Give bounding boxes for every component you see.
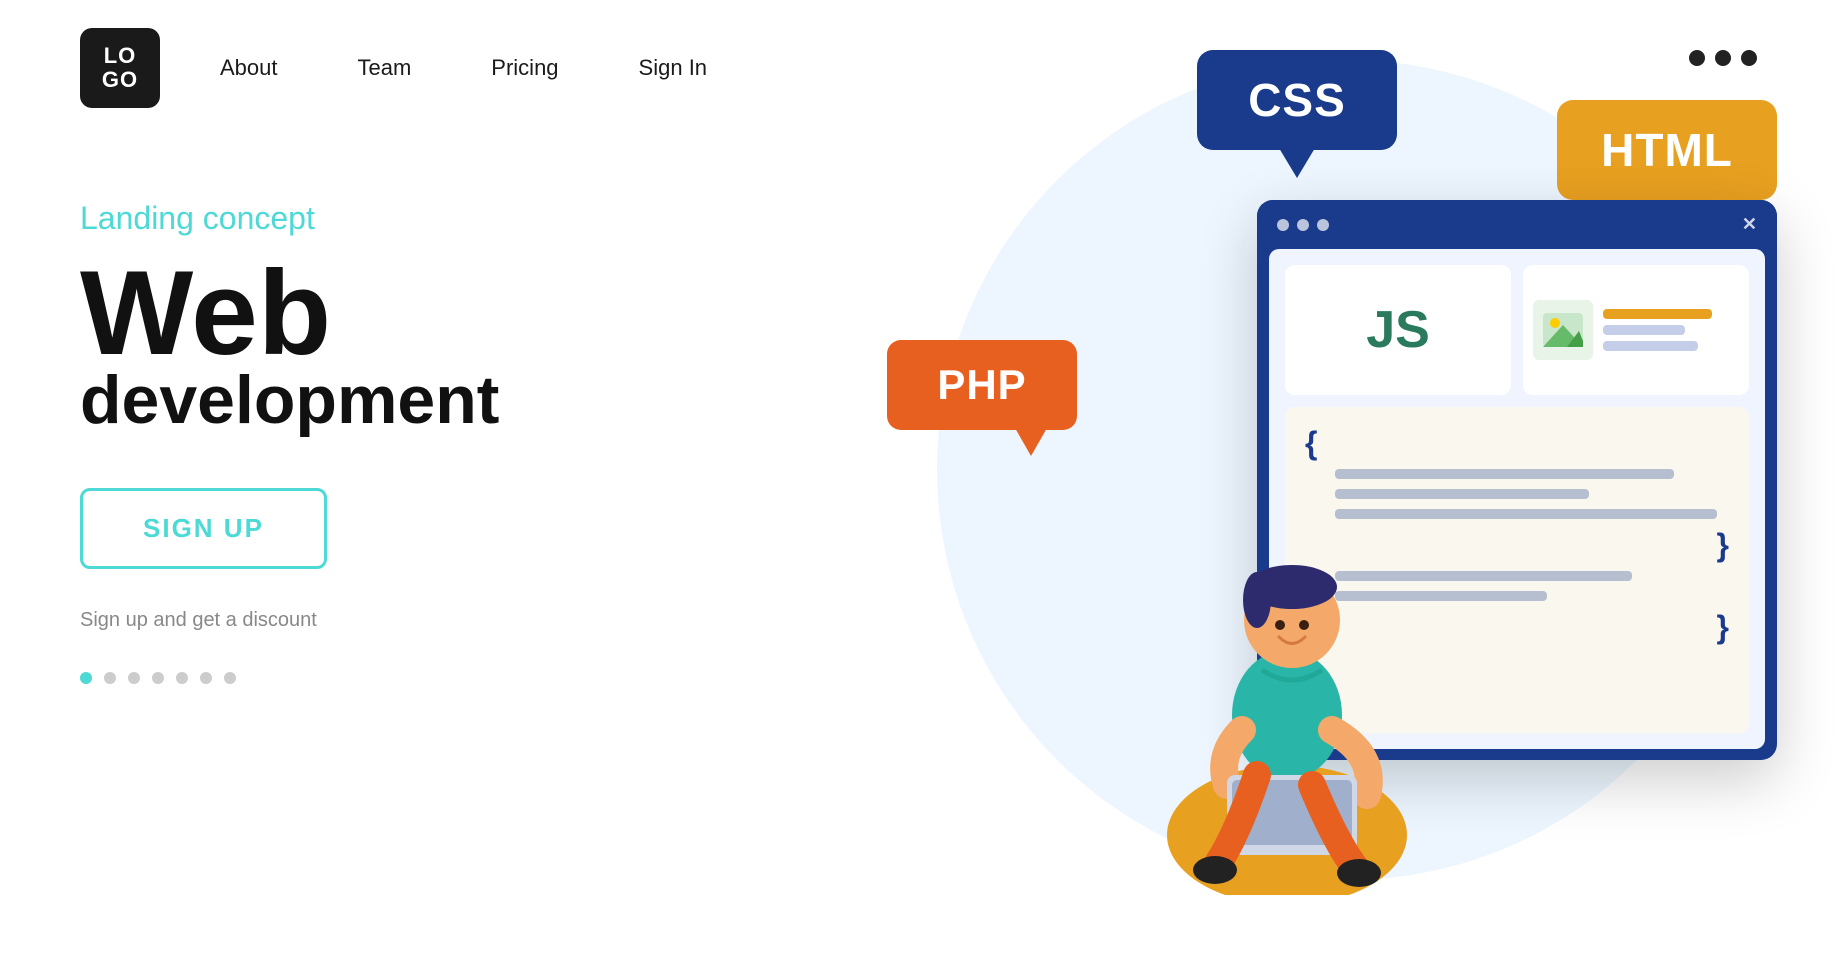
browser-dots [1277, 219, 1329, 231]
pagination-dot-1[interactable] [80, 672, 92, 684]
pagination-dot-6[interactable] [200, 672, 212, 684]
dot-2 [1715, 50, 1731, 66]
hero-content: Landing concept Web development SIGN UP … [80, 200, 499, 684]
more-options[interactable] [1689, 50, 1757, 66]
browser-titlebar: ✕ [1257, 200, 1777, 249]
browser-close-icon[interactable]: ✕ [1742, 214, 1757, 235]
open-brace-1: { [1305, 427, 1317, 459]
close-brace-1: } [1717, 529, 1729, 561]
image-card [1523, 265, 1749, 395]
pagination-dot-2[interactable] [104, 672, 116, 684]
logo: LO GO [80, 28, 160, 108]
php-bubble: PHP [887, 340, 1077, 430]
img-line-3 [1603, 341, 1698, 351]
js-label: JS [1366, 300, 1430, 360]
image-text-lines [1603, 309, 1739, 351]
js-card: JS [1285, 265, 1511, 395]
logo-line2: GO [102, 68, 138, 92]
signup-note: Sign up and get a discount [80, 609, 499, 632]
pagination [80, 672, 499, 684]
img-line-1 [1603, 309, 1712, 319]
header: LO GO About Team Pricing Sign In [0, 0, 1837, 136]
navigation: About Team Pricing Sign In [220, 55, 707, 81]
developer-illustration [1137, 475, 1437, 900]
dot-1 [1689, 50, 1705, 66]
browser-dot-2 [1297, 219, 1309, 231]
hero-title-sub: development [80, 363, 499, 438]
pagination-dot-7[interactable] [224, 672, 236, 684]
pagination-dot-3[interactable] [128, 672, 140, 684]
nav-signin[interactable]: Sign In [639, 55, 708, 81]
code-row-1: { [1305, 427, 1729, 459]
nav-team[interactable]: Team [358, 55, 412, 81]
signup-button[interactable]: SIGN UP [80, 488, 327, 569]
dot-3 [1741, 50, 1757, 66]
nav-about[interactable]: About [220, 55, 278, 81]
browser-dot-1 [1277, 219, 1289, 231]
image-placeholder [1533, 300, 1739, 360]
nav-pricing[interactable]: Pricing [491, 55, 558, 81]
hero-subtitle: Landing concept [80, 200, 499, 237]
logo-line1: LO [104, 44, 137, 68]
img-line-2 [1603, 325, 1685, 335]
hero-title-big: Web [80, 253, 499, 373]
browser-dot-3 [1317, 219, 1329, 231]
image-icon [1533, 300, 1593, 360]
pagination-dot-5[interactable] [176, 672, 188, 684]
illustration: CSS HTML PHP ✕ JS [737, 0, 1837, 980]
close-brace-2: } [1717, 611, 1729, 643]
pagination-dot-4[interactable] [152, 672, 164, 684]
